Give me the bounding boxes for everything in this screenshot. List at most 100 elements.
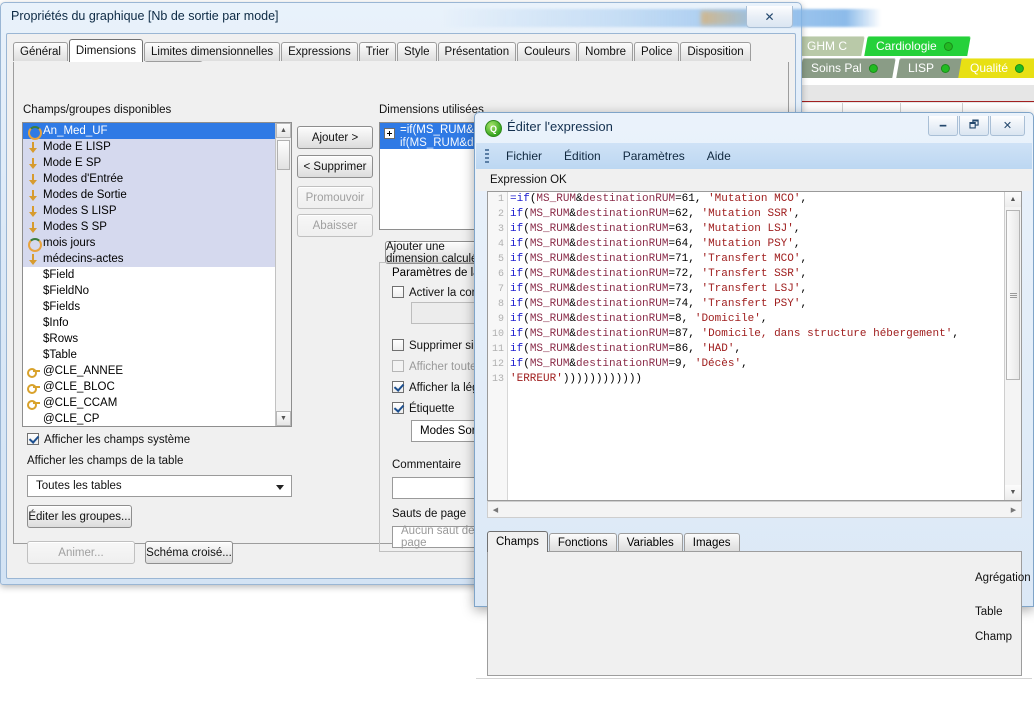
list-item[interactable]: $FieldNo xyxy=(23,283,291,299)
maximize-icon[interactable]: 🗗 xyxy=(959,116,989,136)
tab-images[interactable]: Images xyxy=(683,533,740,552)
list-item[interactable]: Mode E LISP xyxy=(23,139,291,155)
edit-groups-button[interactable]: Éditer les groupes... xyxy=(27,505,132,528)
scroll-up-icon[interactable]: ▲ xyxy=(1005,192,1021,207)
field-label: $FieldNo xyxy=(43,285,90,297)
menu-grip-icon[interactable] xyxy=(485,149,489,163)
aggregation-label: Agrégation xyxy=(975,572,1031,584)
background-tab-qualit-[interactable]: Qualité xyxy=(958,58,1034,78)
tab-g-n-ral[interactable]: Général xyxy=(13,42,68,61)
key-icon xyxy=(27,381,40,394)
list-item[interactable]: Modes de Sortie xyxy=(23,187,291,203)
code-horizontal-scrollbar[interactable]: ◀ ▶ xyxy=(487,501,1022,518)
crosstab-button[interactable]: Schéma croisé... xyxy=(145,541,233,564)
background-tab-cardiologie[interactable]: Cardiologie xyxy=(864,36,971,56)
close-icon[interactable]: ✕ xyxy=(990,116,1025,136)
code-line[interactable]: if(MS_RUM&destinationRUM=73, 'Transfert … xyxy=(510,282,1004,297)
close-icon[interactable]: ✕ xyxy=(746,6,793,28)
code-line[interactable]: =if(MS_RUM&destinationRUM=61, 'Mutation … xyxy=(510,192,1004,207)
code-line[interactable]: if(MS_RUM&destinationRUM=71, 'Transfert … xyxy=(510,252,1004,267)
tab-police[interactable]: Police xyxy=(634,42,680,61)
expression-code-editor[interactable]: 1 2 3 4 5 6 7 8 9 10 11 12 13 =if(MS_RUM&destination… xyxy=(487,191,1022,501)
no-icon xyxy=(27,333,40,346)
list-item[interactable]: médecins-actes xyxy=(23,251,291,267)
background-tab-ghm-c[interactable]: GHM C xyxy=(795,36,865,56)
show-system-fields-checkbox[interactable]: Afficher les champs système xyxy=(27,433,190,446)
menu-item-fichier[interactable]: Fichier xyxy=(495,149,553,163)
menu-item-aide[interactable]: Aide xyxy=(696,149,742,163)
tab-champs[interactable]: Champs xyxy=(487,531,548,552)
code-line[interactable]: if(MS_RUM&destinationRUM=63, 'Mutation L… xyxy=(510,222,1004,237)
tab-trier[interactable]: Trier xyxy=(358,42,396,61)
tab-pr-sentation[interactable]: Présentation xyxy=(437,42,517,61)
list-item[interactable]: $Info xyxy=(23,315,291,331)
list-item[interactable]: An_Med_UF xyxy=(23,123,291,140)
code-line[interactable]: if(MS_RUM&destinationRUM=86, 'HAD', xyxy=(510,342,1004,357)
list-item[interactable]: Modes S SP xyxy=(23,219,291,235)
tab-fonctions[interactable]: Fonctions xyxy=(548,533,617,552)
field-rows-container: An_Med_UF Mode E LISP Mode E SP Modes d'Ent… xyxy=(23,123,291,426)
remove-button[interactable]: < Supprimer xyxy=(297,155,373,178)
line-number: 3 xyxy=(497,224,504,235)
label-checkbox[interactable]: Étiquette xyxy=(392,402,454,415)
tab-expressions[interactable]: Expressions xyxy=(281,42,358,61)
list-item[interactable]: $Field xyxy=(23,267,291,283)
table-select[interactable]: Toutes les tables xyxy=(27,475,292,497)
code-line[interactable]: if(MS_RUM&destinationRUM=8, 'Domicile', xyxy=(510,312,1004,327)
scroll-up-icon[interactable]: ▲ xyxy=(276,123,291,138)
tab-nombre[interactable]: Nombre xyxy=(578,42,634,61)
list-item[interactable]: @CLE_CCAM xyxy=(23,395,291,411)
add-button[interactable]: Ajouter > xyxy=(297,126,373,149)
fields-scrollbar[interactable]: ▲ ▼ xyxy=(275,123,291,426)
used-dimensions-label: Dimensions utilisées xyxy=(379,104,484,116)
list-item[interactable]: Modes d'Entrée xyxy=(23,171,291,187)
code-line[interactable]: if(MS_RUM&destinationRUM=62, 'Mutation S… xyxy=(510,207,1004,222)
expand-icon[interactable] xyxy=(384,128,395,139)
scroll-down-icon[interactable]: ▼ xyxy=(276,411,291,426)
list-item[interactable]: Modes S LISP xyxy=(23,203,291,219)
list-item[interactable]: $Rows xyxy=(23,331,291,347)
list-item[interactable]: $Fields xyxy=(23,299,291,315)
background-tab-lisp[interactable]: LISP xyxy=(896,58,968,78)
list-item[interactable]: $Table xyxy=(23,347,291,363)
code-line[interactable]: if(MS_RUM&destinationRUM=64, 'Mutation P… xyxy=(510,237,1004,252)
menu-item--dition[interactable]: Édition xyxy=(553,149,612,163)
expression-titlebar[interactable]: Q Éditer l'expression 🗕 🗗 ✕ xyxy=(475,113,1033,143)
list-item[interactable]: @CLE_ANNEE xyxy=(23,363,291,379)
list-item[interactable]: Mode E SP xyxy=(23,155,291,171)
line-number: 10 xyxy=(491,329,504,340)
app-logo-icon: Q xyxy=(485,120,502,137)
tab-disposition[interactable]: Disposition xyxy=(680,42,751,61)
checkbox-icon xyxy=(392,402,404,414)
code-line[interactable]: if(MS_RUM&destinationRUM=87, 'Domicile, … xyxy=(510,327,1004,342)
list-item[interactable]: mois jours xyxy=(23,235,291,252)
tab-limites-dimensionnelles[interactable]: Limites dimensionnelles xyxy=(144,42,281,61)
tab-variables[interactable]: Variables xyxy=(617,533,683,552)
minimize-icon[interactable]: 🗕 xyxy=(928,116,958,136)
scroll-left-icon[interactable]: ◀ xyxy=(488,502,503,517)
tab-style[interactable]: Style xyxy=(396,42,437,61)
scrollbar-thumb[interactable] xyxy=(277,140,290,170)
scrollbar-thumb[interactable] xyxy=(1006,210,1020,380)
code-line[interactable]: if(MS_RUM&destinationRUM=9, 'Décès', xyxy=(510,357,1004,372)
available-fields-list[interactable]: An_Med_UF Mode E LISP Mode E SP Modes d'Ent… xyxy=(22,122,292,427)
tab-label: Expressions xyxy=(288,46,351,58)
scroll-down-icon[interactable]: ▼ xyxy=(1005,485,1021,500)
show-table-fields-label: Afficher les champs de la table xyxy=(27,455,184,467)
code-line[interactable]: if(MS_RUM&destinationRUM=74, 'Transfert … xyxy=(510,297,1004,312)
list-item[interactable]: @CLE_BLOC xyxy=(23,379,291,395)
list-item[interactable]: @CLE_CP xyxy=(23,411,291,426)
code-content[interactable]: =if(MS_RUM&destinationRUM=61, 'Mutation … xyxy=(510,192,1004,387)
background-tab-soins-pal[interactable]: Soins Pal xyxy=(799,58,896,78)
code-vertical-scrollbar[interactable]: ▲ ▼ xyxy=(1004,192,1021,500)
status-dot-icon xyxy=(940,64,950,74)
menu-item-param-tres[interactable]: Paramètres xyxy=(612,149,696,163)
code-line[interactable]: if(MS_RUM&destinationRUM=72, 'Transfert … xyxy=(510,267,1004,282)
status-badge: Expression OK xyxy=(476,169,1032,191)
tab-label: Couleurs xyxy=(524,46,571,58)
scroll-right-icon[interactable]: ▶ xyxy=(1006,502,1021,517)
tab-couleurs[interactable]: Couleurs xyxy=(517,42,578,61)
properties-titlebar[interactable]: Propriétés du graphique [Nb de sortie pa… xyxy=(1,3,881,33)
code-line[interactable]: 'ERREUR')))))))))))) xyxy=(510,372,1004,387)
tab-dimensions[interactable]: Dimensions xyxy=(68,39,143,62)
